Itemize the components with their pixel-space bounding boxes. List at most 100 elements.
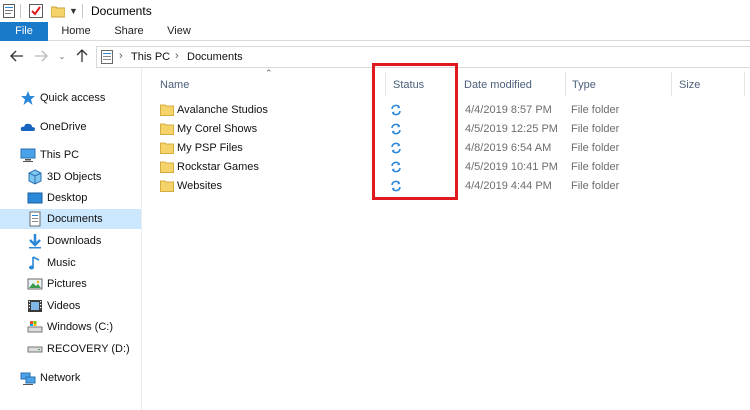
picture-icon (27, 276, 43, 292)
breadcrumb-documents[interactable]: Documents (187, 51, 243, 63)
file-row[interactable]: Websites 4/4/2019 4:44 PM File folder (155, 177, 750, 196)
sidebar-item-videos[interactable]: Videos (27, 296, 80, 316)
sidebar-item-music[interactable]: Music (27, 253, 76, 273)
sidebar-item-label: Desktop (47, 192, 88, 204)
file-name: Rockstar Games (177, 161, 259, 173)
sidebar-item-label: OneDrive (40, 121, 87, 133)
file-row[interactable]: My PSP Files 4/8/2019 6:54 AM File folde… (155, 139, 750, 158)
file-date-modified: 4/4/2019 8:57 PM (465, 104, 552, 116)
sidebar-item-label: Pictures (47, 278, 87, 290)
column-header-status[interactable]: Status (393, 78, 424, 96)
customize-toolbar-chevron-icon[interactable]: ▼ (69, 6, 78, 16)
breadcrumb-this-pc[interactable]: This PC (131, 51, 170, 63)
file-type: File folder (571, 161, 620, 173)
column-divider[interactable] (456, 72, 457, 96)
file-date-modified: 4/5/2019 12:25 PM (465, 123, 558, 135)
file-name: My PSP Files (177, 142, 243, 154)
music-icon (27, 255, 43, 271)
address-bar[interactable]: › This PC › Documents (96, 46, 750, 68)
column-divider[interactable] (744, 72, 745, 96)
breadcrumb-separator[interactable]: › (119, 50, 123, 62)
tab-home[interactable]: Home (55, 22, 97, 41)
forward-arrow-icon[interactable] (33, 48, 49, 64)
cloud-icon (20, 119, 36, 135)
file-type: File folder (571, 180, 620, 192)
network-icon (20, 370, 36, 386)
sort-ascending-icon[interactable]: ⌃ (265, 68, 273, 79)
drive-icon (27, 341, 43, 357)
column-divider[interactable] (565, 72, 566, 96)
tab-file[interactable]: File (0, 22, 48, 41)
back-arrow-icon[interactable] (9, 48, 25, 64)
folder-icon (160, 161, 174, 173)
file-type: File folder (571, 104, 620, 116)
sync-icon (390, 161, 402, 173)
sidebar-item-label: Network (40, 372, 81, 384)
folder-icon (160, 104, 174, 116)
column-header-name[interactable]: Name (160, 78, 189, 96)
title-divider (82, 4, 83, 18)
sidebar-item-recovery-d[interactable]: RECOVERY (D:) (27, 339, 130, 359)
sync-icon (390, 123, 402, 135)
download-icon (27, 233, 43, 249)
new-folder-icon[interactable] (50, 4, 66, 21)
sidebar-item-label: Music (47, 257, 76, 269)
document-icon (27, 211, 43, 227)
file-date-modified: 4/4/2019 4:44 PM (465, 180, 552, 192)
column-divider[interactable] (385, 72, 386, 96)
computer-icon (20, 147, 36, 163)
sync-icon (390, 180, 402, 192)
file-row[interactable]: My Corel Shows 4/5/2019 12:25 PM File fo… (155, 120, 750, 139)
recent-locations-chevron-icon[interactable]: ⌄ (54, 48, 70, 64)
folder-icon (160, 142, 174, 154)
navigation-pane: Quick access OneDrive This PC 3D Objects… (0, 68, 142, 410)
properties-icon[interactable] (3, 4, 15, 21)
file-name: Avalanche Studios (177, 104, 268, 116)
folder-icon (160, 123, 174, 135)
sync-icon (390, 142, 402, 154)
quick-access-divider (20, 4, 21, 18)
sidebar-item-windows-c[interactable]: Windows (C:) (27, 317, 113, 337)
tab-share[interactable]: Share (108, 22, 150, 41)
sidebar-item-label: Windows (C:) (47, 321, 114, 333)
sidebar-item-onedrive[interactable]: OneDrive (20, 117, 86, 137)
sidebar-item-downloads[interactable]: Downloads (27, 231, 101, 251)
file-row[interactable]: Rockstar Games 4/5/2019 10:41 PM File fo… (155, 158, 750, 177)
breadcrumb-separator[interactable]: › (175, 50, 179, 62)
sidebar-item-label: RECOVERY (D:) (47, 343, 130, 355)
sidebar-item-label: Quick access (40, 92, 106, 104)
file-type: File folder (571, 123, 620, 135)
sidebar-item-this-pc[interactable]: This PC (20, 145, 79, 165)
column-header-type[interactable]: Type (572, 78, 596, 96)
sync-icon (390, 104, 402, 116)
column-divider[interactable] (671, 72, 672, 96)
file-date-modified: 4/5/2019 10:41 PM (465, 161, 558, 173)
video-icon (27, 298, 43, 314)
sidebar-item-quick-access[interactable]: Quick access (20, 88, 105, 108)
folder-icon (160, 180, 174, 192)
desktop-icon (27, 190, 43, 206)
star-icon (20, 90, 36, 106)
sidebar-item-pictures[interactable]: Pictures (27, 274, 87, 294)
sidebar-item-label: Downloads (47, 235, 102, 247)
tab-view[interactable]: View (159, 22, 199, 41)
sidebar-item-network[interactable]: Network (20, 368, 80, 388)
sidebar-item-3d-objects[interactable]: 3D Objects (27, 167, 101, 187)
column-header-size[interactable]: Size (679, 78, 700, 96)
file-type: File folder (571, 142, 620, 154)
file-name: Websites (177, 180, 223, 192)
sidebar-item-documents[interactable]: Documents (0, 209, 141, 229)
window-title: Documents (91, 4, 152, 18)
column-header-date-modified[interactable]: Date modified (464, 78, 532, 96)
cube-icon (27, 169, 43, 185)
sidebar-item-label: This PC (40, 149, 80, 161)
drive-icon (27, 319, 43, 335)
file-row[interactable]: Avalanche Studios 4/4/2019 8:57 PM File … (155, 101, 750, 120)
up-arrow-icon[interactable] (74, 48, 90, 64)
checkmark-icon[interactable] (29, 4, 43, 21)
location-icon (101, 50, 113, 67)
file-name: My Corel Shows (177, 123, 258, 135)
sidebar-item-desktop[interactable]: Desktop (27, 188, 87, 208)
file-date-modified: 4/8/2019 6:54 AM (465, 142, 552, 154)
sidebar-item-label: 3D Objects (47, 171, 102, 183)
